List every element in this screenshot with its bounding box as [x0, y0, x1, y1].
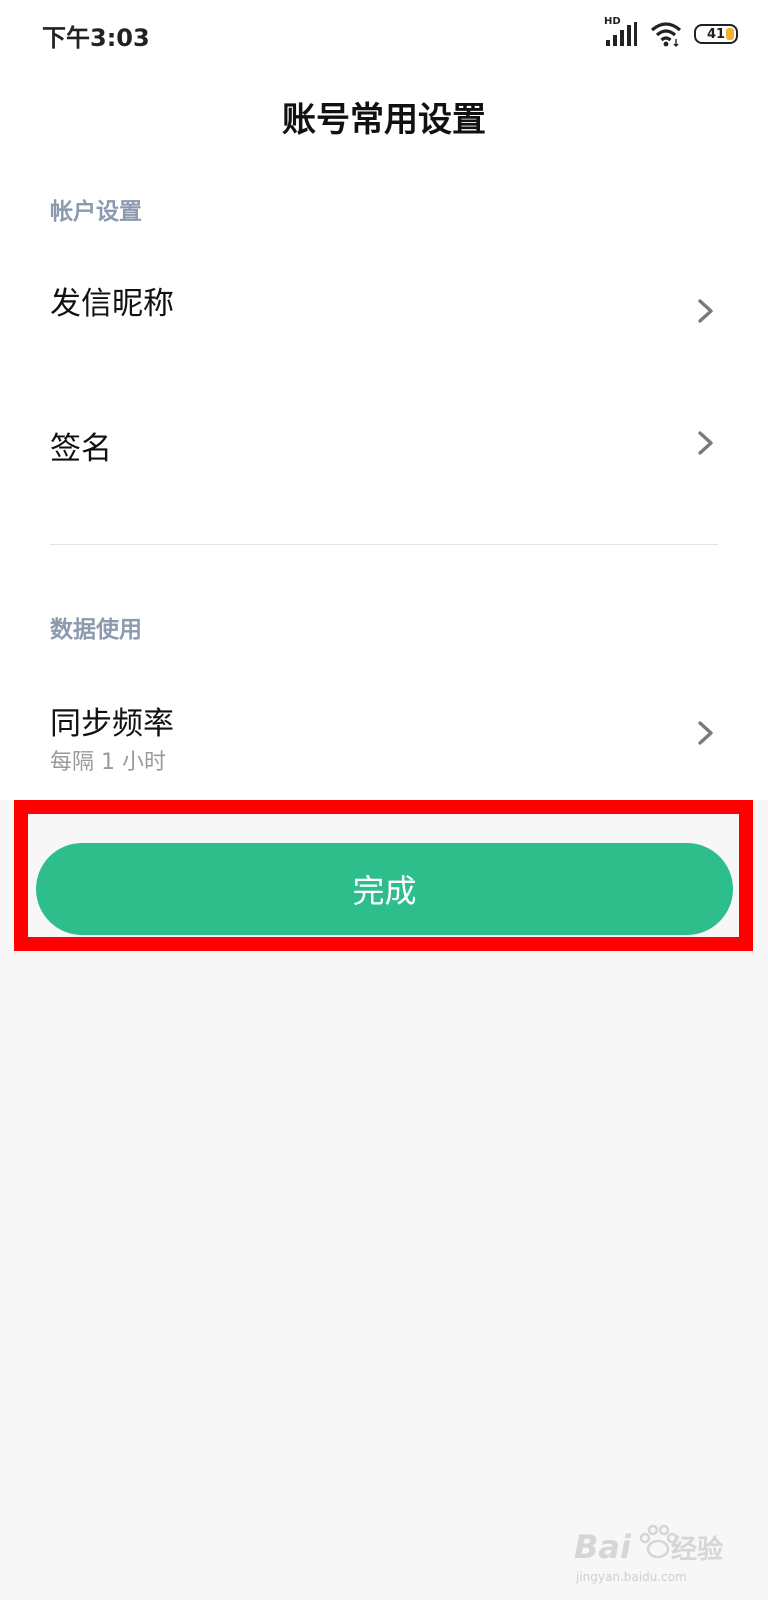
chevron-right-icon — [698, 299, 713, 323]
settings-item-label: 发信昵称 — [50, 286, 174, 322]
paw-icon — [639, 1524, 678, 1559]
settings-item-sender-nickname[interactable]: 发信昵称 — [0, 250, 768, 365]
chevron-right-icon — [698, 721, 713, 745]
chevron-right-icon — [698, 431, 713, 455]
battery-fill — [726, 28, 734, 40]
settings-item-label: 签名 — [50, 431, 112, 467]
status-time: 下午3:03 — [42, 24, 150, 52]
watermark-logo-text: Bai — [574, 1528, 631, 1566]
settings-item-label: 同步频率 — [50, 706, 174, 742]
settings-item-signature[interactable]: 签名 — [0, 395, 768, 500]
network-type-label: HD — [604, 16, 621, 27]
done-button[interactable]: 完成 — [36, 843, 733, 935]
page-title: 账号常用设置 — [282, 100, 486, 140]
settings-item-sync-frequency[interactable]: 同步频率 每隔 1 小时 — [0, 670, 768, 782]
battery-icon: 41 — [694, 24, 738, 44]
watermark-url: jingyan.baidu.com — [576, 1570, 687, 1584]
signal-icon: HD — [604, 16, 638, 48]
status-bar: 下午3:03 HD 41 — [0, 0, 768, 70]
section-header-account: 帐户设置 — [50, 199, 142, 225]
settings-item-value: 每隔 1 小时 — [50, 750, 166, 775]
watermark: Bai 经验 jingyan.baidu.com — [574, 1524, 730, 1586]
battery-level: 41 — [706, 26, 726, 42]
section-header-data-usage: 数据使用 — [50, 617, 142, 643]
status-icons: HD 41 — [604, 16, 738, 48]
wifi-icon — [650, 22, 682, 47]
section-divider — [50, 544, 718, 545]
